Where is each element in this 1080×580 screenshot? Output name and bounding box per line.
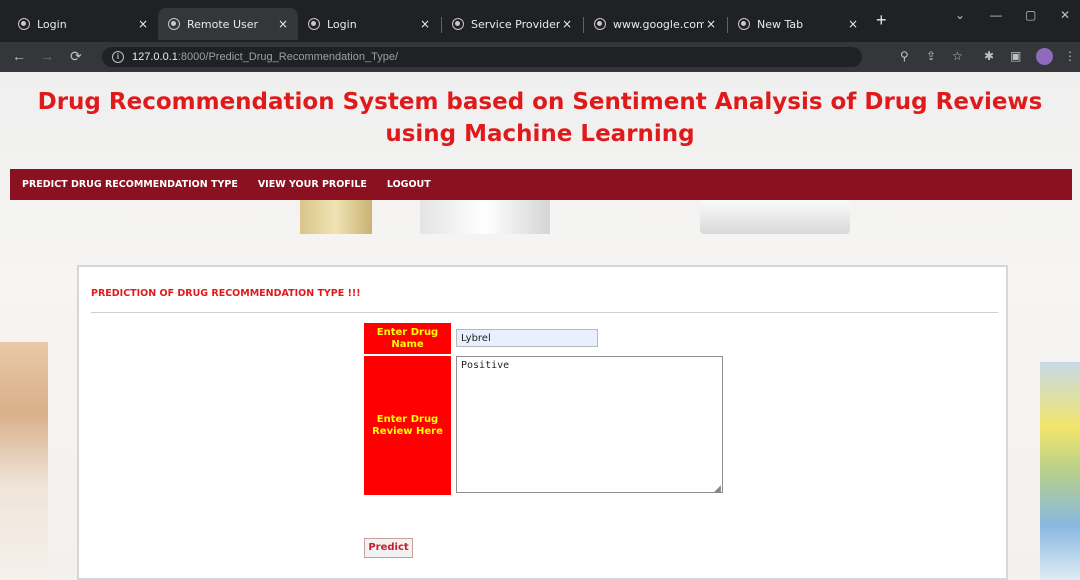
extensions-icon[interactable]: ✱ — [984, 49, 994, 63]
background-image — [700, 200, 850, 234]
browser-tab-bar: Login × Remote User × Login × Service Pr… — [0, 0, 1080, 42]
reload-icon[interactable]: ⟳ — [70, 48, 82, 64]
tab-label: Login — [327, 17, 357, 31]
browser-tab[interactable]: New Tab × — [728, 8, 868, 40]
back-arrow-icon[interactable]: ← — [12, 48, 26, 64]
site-info-icon[interactable]: i — [112, 51, 124, 63]
url-path: :8000/Predict_Drug_Recommendation_Type/ — [177, 51, 399, 63]
close-tab-icon[interactable]: × — [704, 17, 718, 31]
browser-tab[interactable]: Login × — [8, 8, 158, 40]
globe-icon — [594, 18, 606, 30]
globe-icon — [18, 18, 30, 30]
zoom-icon[interactable]: ⚲ — [900, 49, 909, 63]
more-menu-icon[interactable]: ⋮ — [1064, 49, 1076, 63]
background-image — [0, 342, 48, 580]
drug-review-label: Enter Drug Review Here — [364, 356, 451, 495]
side-panel-icon[interactable]: ▣ — [1010, 49, 1021, 63]
browser-tab[interactable]: Login × — [298, 8, 440, 40]
tab-search-icon[interactable]: ⌄ — [955, 8, 965, 22]
tab-label: New Tab — [757, 17, 804, 31]
url-host: 127.0.0.1 — [132, 51, 178, 63]
close-window-button[interactable]: ✕ — [1060, 8, 1070, 22]
close-tab-icon[interactable]: × — [560, 17, 574, 31]
browser-toolbar: ← → ⟳ i 127.0.0.1 :8000/Predict_Drug_Rec… — [0, 42, 1080, 72]
tab-label: www.google.com — [613, 17, 704, 31]
drug-review-textarea[interactable]: Positive — [456, 356, 723, 493]
maximize-button[interactable]: ▢ — [1025, 8, 1036, 22]
browser-tab[interactable]: www.google.com × — [584, 8, 726, 40]
minimize-button[interactable]: — — [990, 8, 1002, 22]
new-tab-button[interactable]: + — [876, 10, 887, 30]
resize-grip-icon[interactable]: ◢ — [714, 483, 721, 494]
globe-icon — [452, 18, 464, 30]
main-nav: PREDICT DRUG RECOMMENDATION TYPE VIEW YO… — [10, 169, 1072, 200]
tab-label: Service Provider — [471, 17, 560, 31]
forward-arrow-icon[interactable]: → — [40, 48, 54, 64]
close-tab-icon[interactable]: × — [276, 17, 290, 31]
panel-heading: PREDICTION OF DRUG RECOMMENDATION TYPE !… — [91, 288, 361, 299]
drug-name-input[interactable] — [456, 329, 598, 347]
tab-label: Remote User — [187, 17, 259, 31]
address-bar[interactable]: i 127.0.0.1 :8000/Predict_Drug_Recommend… — [102, 47, 862, 67]
share-icon[interactable]: ⇪ — [926, 49, 936, 63]
bookmark-star-icon[interactable]: ☆ — [952, 49, 963, 63]
browser-tab-active[interactable]: Remote User × — [158, 8, 298, 40]
web-page: Drug Recommendation System based on Sent… — [0, 72, 1080, 580]
nav-link-logout[interactable]: LOGOUT — [387, 179, 431, 190]
globe-icon — [168, 18, 180, 30]
chrome-icon — [738, 18, 750, 30]
browser-tab[interactable]: Service Provider × — [442, 8, 582, 40]
close-tab-icon[interactable]: × — [846, 17, 860, 31]
close-tab-icon[interactable]: × — [418, 17, 432, 31]
background-image — [1040, 362, 1080, 580]
tab-label: Login — [37, 17, 67, 31]
drug-name-label: Enter Drug Name — [364, 323, 451, 354]
close-tab-icon[interactable]: × — [136, 17, 150, 31]
nav-link-view-profile[interactable]: VIEW YOUR PROFILE — [258, 179, 367, 190]
predict-button[interactable]: Predict — [364, 538, 413, 558]
nav-link-predict[interactable]: PREDICT DRUG RECOMMENDATION TYPE — [22, 179, 238, 190]
globe-icon — [308, 18, 320, 30]
page-title: Drug Recommendation System based on Sent… — [37, 89, 1043, 147]
prediction-panel: PREDICTION OF DRUG RECOMMENDATION TYPE !… — [77, 265, 1008, 580]
profile-avatar[interactable] — [1036, 48, 1053, 65]
divider — [91, 312, 998, 313]
